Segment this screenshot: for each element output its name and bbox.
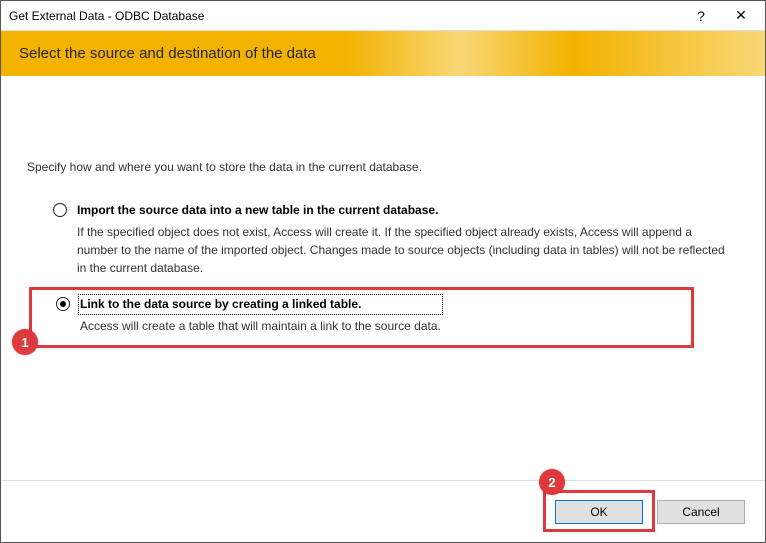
option-link-desc: Access will create a table that will mai… xyxy=(80,317,441,335)
option-import[interactable]: Import the source data into a new table … xyxy=(27,196,743,287)
wizard-content: Specify how and where you want to store … xyxy=(1,76,765,480)
annotation-badge-2: 2 xyxy=(539,469,565,495)
wizard-heading: Select the source and destination of the… xyxy=(19,45,747,62)
close-button[interactable]: ✕ xyxy=(721,2,761,30)
window-title: Get External Data - ODBC Database xyxy=(9,9,681,23)
prompt-text: Specify how and where you want to store … xyxy=(27,160,743,174)
wizard-header: Select the source and destination of the… xyxy=(1,31,765,76)
dialog-footer: 2 OK Cancel xyxy=(1,480,765,542)
cancel-button[interactable]: Cancel xyxy=(657,500,745,524)
dialog-window: Get External Data - ODBC Database ? ✕ Se… xyxy=(0,0,766,543)
radio-link-icon[interactable] xyxy=(56,297,70,311)
titlebar: Get External Data - ODBC Database ? ✕ xyxy=(1,1,765,31)
option-import-desc: If the specified object does not exist, … xyxy=(77,223,735,277)
annotation-badge-1: 1 xyxy=(12,329,38,355)
help-button[interactable]: ? xyxy=(681,2,721,30)
option-import-label: Import the source data into a new table … xyxy=(77,202,735,219)
option-link[interactable]: Link to the data source by creating a li… xyxy=(29,287,694,348)
ok-button[interactable]: OK xyxy=(555,500,643,524)
option-link-label: Link to the data source by creating a li… xyxy=(80,296,441,313)
radio-import-icon[interactable] xyxy=(53,203,67,217)
